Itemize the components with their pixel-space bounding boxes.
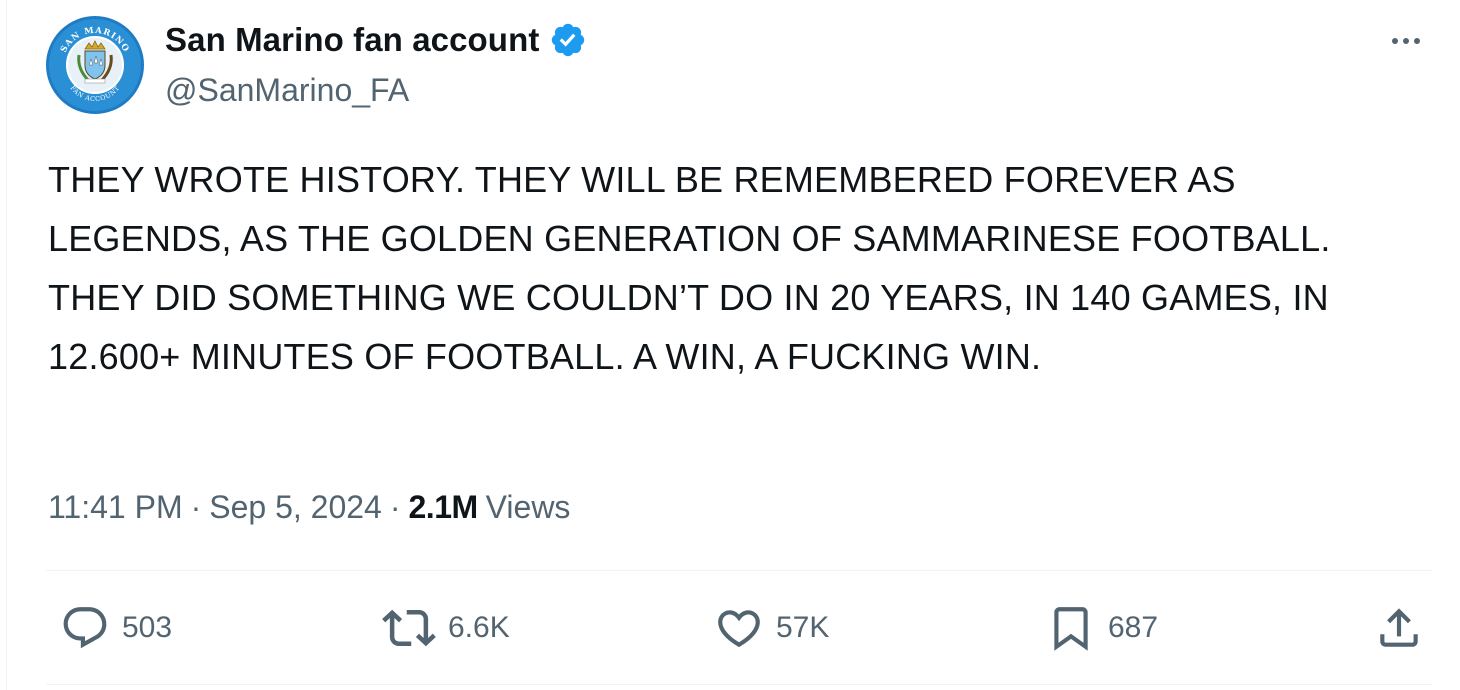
bookmark-icon	[1046, 603, 1096, 653]
meta-separator: ·	[389, 488, 401, 525]
tweet-card: SAN MARINO FAN ACCOUNT San Marino fan ac…	[0, 0, 1460, 690]
tweet-text: THEY WROTE HISTORY. THEY WILL BE REMEMBE…	[48, 159, 1331, 377]
meta-separator: ·	[190, 488, 202, 525]
share-button[interactable]	[1374, 598, 1424, 658]
verified-badge-icon[interactable]	[549, 21, 587, 59]
tweet-meta: 11:41 PM · Sep 5, 2024 · 2.1M Views	[48, 482, 570, 532]
san-marino-crest-icon: SAN MARINO FAN ACCOUNT	[49, 19, 141, 111]
more-options-icon[interactable]	[1384, 26, 1428, 56]
divider	[46, 684, 1432, 685]
views-label: Views	[485, 488, 571, 525]
bookmark-button[interactable]: 687	[1046, 598, 1158, 658]
heart-icon	[714, 603, 764, 653]
divider	[46, 570, 1432, 571]
reply-count: 503	[122, 611, 173, 644]
like-count: 57K	[776, 611, 830, 644]
action-bar: 503 6.6K 57K 687	[46, 598, 1432, 658]
display-name[interactable]: San Marino fan account	[165, 21, 539, 59]
retweet-icon	[382, 601, 436, 655]
reply-icon	[60, 603, 110, 653]
retweet-button[interactable]: 6.6K	[382, 598, 510, 658]
tweet-date[interactable]: Sep 5, 2024	[209, 489, 382, 526]
user-handle[interactable]: @SanMarino_FA	[165, 72, 409, 109]
card-border	[6, 0, 7, 690]
views-count[interactable]: 2.1M	[409, 489, 479, 526]
share-icon	[1374, 603, 1424, 653]
like-button[interactable]: 57K	[714, 598, 829, 658]
retweet-count: 6.6K	[448, 611, 510, 644]
tweet-time[interactable]: 11:41 PM	[48, 489, 183, 526]
reply-button[interactable]: 503	[60, 598, 172, 658]
avatar[interactable]: SAN MARINO FAN ACCOUNT	[46, 16, 144, 114]
bookmark-count: 687	[1108, 611, 1159, 644]
author-name-row: San Marino fan account	[165, 20, 587, 60]
